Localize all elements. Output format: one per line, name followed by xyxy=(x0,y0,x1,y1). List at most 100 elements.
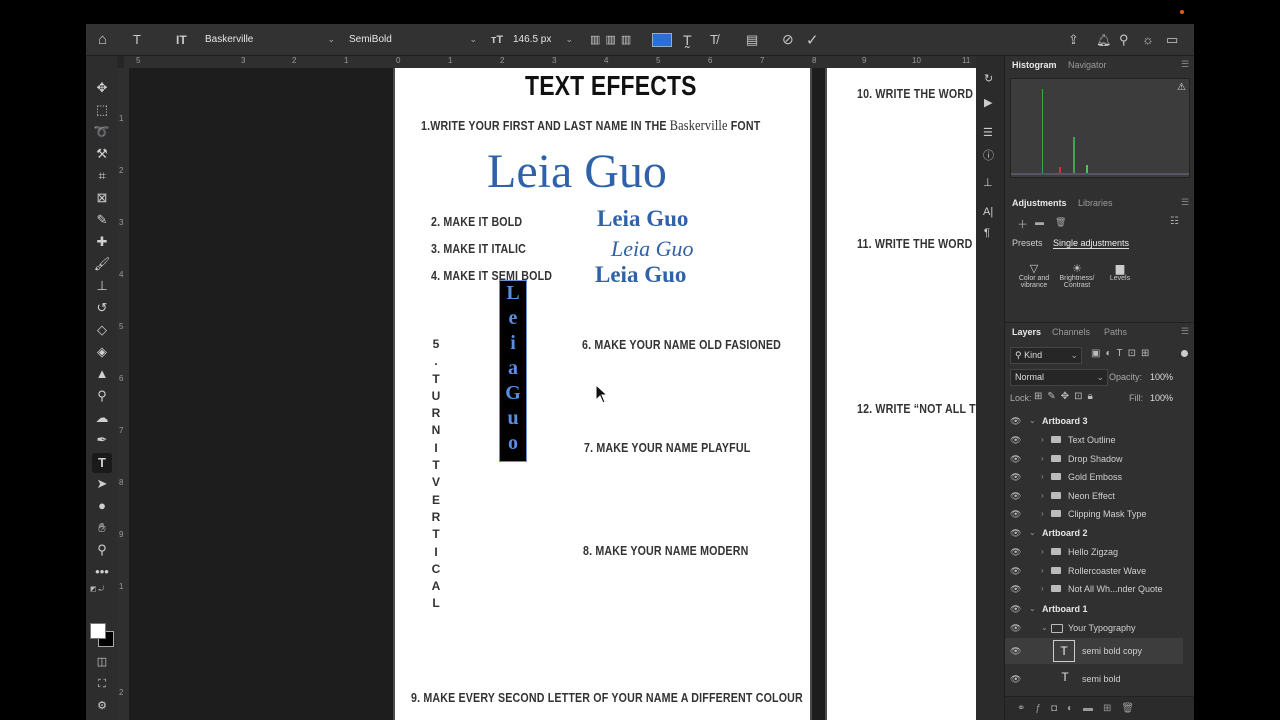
visibility-eye-icon[interactable]: 👁︎ xyxy=(1010,509,1021,520)
vertical-name-textbox[interactable]: L e i a G u o xyxy=(499,280,527,462)
home-icon[interactable]: ⌂ xyxy=(98,24,107,55)
chevron-down-icon[interactable]: ⌄ xyxy=(1041,623,1048,632)
font-style-select[interactable]: SemiBold ⌄ xyxy=(349,32,479,47)
cancel-icon[interactable]: ⊘ xyxy=(782,24,794,55)
panel-menu-icon[interactable]: ☰ xyxy=(1181,59,1189,70)
layer-filter-select[interactable]: ⚲ Kind ⌄ xyxy=(1010,347,1082,364)
visibility-eye-icon[interactable]: 👁︎ xyxy=(1010,528,1021,539)
visibility-eye-icon[interactable]: 👁︎ xyxy=(1010,584,1021,595)
layer-text-outline[interactable]: 👁︎ › Text Outline xyxy=(1005,431,1183,450)
paragraph-icon[interactable]: ¶ xyxy=(984,227,990,239)
character-icon[interactable]: A| xyxy=(983,206,993,218)
layer-artboard-1[interactable]: 👁︎ ⌄ Artboard 1 xyxy=(1005,600,1183,619)
path-select-icon[interactable]: ➤ xyxy=(92,474,112,494)
tab-single-adjustments[interactable]: Single adjustments xyxy=(1053,238,1130,249)
text-3d-icon[interactable]: T̸ xyxy=(710,24,718,55)
layer-hello-zigzag[interactable]: 👁︎ › Hello Zigzag xyxy=(1005,543,1183,562)
chevron-right-icon[interactable]: › xyxy=(1041,435,1044,444)
chevron-right-icon[interactable]: › xyxy=(1041,454,1044,463)
brightness-icon[interactable]: ☼ xyxy=(1142,24,1154,55)
tab-histogram[interactable]: Histogram xyxy=(1012,60,1057,70)
commit-check-icon[interactable]: ✓ xyxy=(806,24,819,55)
canvas-area[interactable]: TEXT EFFECTS 1.WRITE YOUR FIRST AND LAST… xyxy=(129,68,976,720)
text-align-icons[interactable]: ▥ ▥ ▥ xyxy=(590,24,632,55)
stamp-tool-icon[interactable]: ⊥ xyxy=(92,276,112,296)
visibility-eye-icon[interactable]: 👁︎ xyxy=(1010,623,1021,634)
move-tool-icon[interactable]: ✥ xyxy=(92,78,112,98)
layer-rollercoaster-wave[interactable]: 👁︎ › Rollercoaster Wave xyxy=(1005,562,1183,581)
fill-value[interactable]: 100% xyxy=(1150,393,1173,403)
chevron-right-icon[interactable]: › xyxy=(1041,491,1044,500)
visibility-eye-icon[interactable]: 👁︎ xyxy=(1010,604,1021,615)
chevron-down-icon[interactable]: ⌄ xyxy=(1029,604,1036,613)
tab-paths[interactable]: Paths xyxy=(1104,327,1127,337)
tab-libraries[interactable]: Libraries xyxy=(1078,198,1113,208)
visibility-eye-icon[interactable]: 👁︎ xyxy=(1010,646,1021,657)
marquee-tool-icon[interactable]: ⬚ xyxy=(92,100,112,120)
pen-tool-icon[interactable]: ✒ xyxy=(92,430,112,450)
panel-menu-icon[interactable]: ☰ xyxy=(1181,197,1189,208)
search-icon[interactable]: ⚲ xyxy=(1119,24,1129,55)
layer-semi-bold[interactable]: 👁︎ T semi bold xyxy=(1005,668,1183,690)
eyedropper-icon[interactable]: ✎ xyxy=(92,210,112,230)
stamp-panel-icon[interactable]: ⊥ xyxy=(983,176,993,189)
layer-gold-emboss[interactable]: 👁︎ › Gold Emboss xyxy=(1005,468,1183,487)
tab-navigator[interactable]: Navigator xyxy=(1068,60,1107,70)
chevron-down-icon[interactable]: ⌄ xyxy=(1029,416,1036,425)
adj-brightness-contrast[interactable]: ☀ Brightness/ Contrast xyxy=(1057,262,1097,289)
adj-levels[interactable]: ▆ Levels xyxy=(1103,262,1137,282)
eraser-icon[interactable]: ◇ xyxy=(92,320,112,340)
visibility-eye-icon[interactable]: 👁︎ xyxy=(1010,674,1021,685)
chevron-right-icon[interactable]: › xyxy=(1041,509,1044,518)
layers-footer-icons[interactable]: ⚭ƒ◘◐▬⊞🗑︎ xyxy=(1005,696,1194,720)
history-brush-icon[interactable]: ↺ xyxy=(92,298,112,318)
frame-tool-icon[interactable]: ⊠ xyxy=(92,188,112,208)
chevron-right-icon[interactable]: › xyxy=(1041,566,1044,575)
adj-color-vibrance[interactable]: ▽ Color and vibrance xyxy=(1015,262,1053,289)
tab-layers[interactable]: Layers xyxy=(1012,327,1041,337)
chevron-down-icon[interactable]: ⌄ xyxy=(1029,528,1036,537)
brush-tool-icon[interactable]: 🖌︎ xyxy=(92,254,112,274)
info-icon[interactable]: ⓘ xyxy=(983,147,994,163)
layer-filter-icons[interactable]: ▣◐T⊡⊞ xyxy=(1091,348,1154,359)
visibility-eye-icon[interactable]: 👁︎ xyxy=(1010,454,1021,465)
zoom-tool-icon[interactable]: ⚲ xyxy=(92,540,112,560)
layer-semi-bold-copy[interactable]: 👁︎ T semi bold copy xyxy=(1005,638,1183,664)
visibility-eye-icon[interactable]: 👁︎ xyxy=(1010,491,1021,502)
more-tools-icon[interactable]: ••• xyxy=(92,562,112,582)
layer-drop-shadow[interactable]: 👁︎ › Drop Shadow xyxy=(1005,450,1183,469)
layer-artboard-2[interactable]: 👁︎ ⌄ Artboard 2 xyxy=(1005,524,1183,543)
panel-menu-icon[interactable]: ☰ xyxy=(1181,326,1189,337)
warp-text-icon[interactable]: T̰ xyxy=(683,24,692,55)
type-tool-icon[interactable]: T xyxy=(133,24,141,55)
screen-mode-icon[interactable]: ⛶ xyxy=(92,674,112,694)
workspace-icon[interactable]: ▭ xyxy=(1166,24,1178,55)
warning-icon[interactable]: ⚠ xyxy=(1177,82,1186,93)
visibility-eye-icon[interactable]: 👁︎ xyxy=(1010,435,1021,446)
default-colors-icon[interactable]: ◩ ⤾ xyxy=(90,585,104,594)
ellipse-tool-icon[interactable]: ● xyxy=(92,496,112,516)
chevron-right-icon[interactable]: › xyxy=(1041,547,1044,556)
layer-artboard-3[interactable]: 👁︎ ⌄ Artboard 3 xyxy=(1005,412,1183,431)
properties-icon[interactable]: ☰ xyxy=(983,126,993,139)
quick-mask-icon[interactable]: ◫ xyxy=(92,652,112,672)
chevron-right-icon[interactable]: › xyxy=(1041,472,1044,481)
tab-presets[interactable]: Presets xyxy=(1012,238,1043,248)
filter-toggle-icon[interactable] xyxy=(1181,350,1188,357)
edit-toolbar-icon[interactable]: ⚙ xyxy=(92,696,112,716)
font-family-select[interactable]: Baskerville ⌄ xyxy=(205,32,337,47)
character-panel-icon[interactable]: ▤ xyxy=(746,24,758,55)
chevron-right-icon[interactable]: › xyxy=(1041,584,1044,593)
bell-icon[interactable]: 🔔︎ xyxy=(1096,24,1111,55)
trash-icon[interactable]: 🗑︎ xyxy=(1055,217,1066,228)
lasso-tool-icon[interactable]: ➰ xyxy=(92,122,112,142)
font-size-select[interactable]: 146.5 px ⌄ xyxy=(513,32,575,47)
text-orientation-icon[interactable]: IT xyxy=(176,24,187,55)
layer-neon-effect[interactable]: 👁︎ › Neon Effect xyxy=(1005,487,1183,506)
artboard-1[interactable]: TEXT EFFECTS 1.WRITE YOUR FIRST AND LAST… xyxy=(393,68,812,720)
type-tool-icon[interactable]: T xyxy=(92,453,112,473)
layer-your-typography[interactable]: 👁︎ ⌄ Your Typography xyxy=(1005,619,1183,638)
paint-bucket-icon[interactable]: ◈ xyxy=(92,342,112,362)
actions-play-icon[interactable]: ▶ xyxy=(984,96,992,109)
tab-adjustments[interactable]: Adjustments xyxy=(1012,198,1067,208)
